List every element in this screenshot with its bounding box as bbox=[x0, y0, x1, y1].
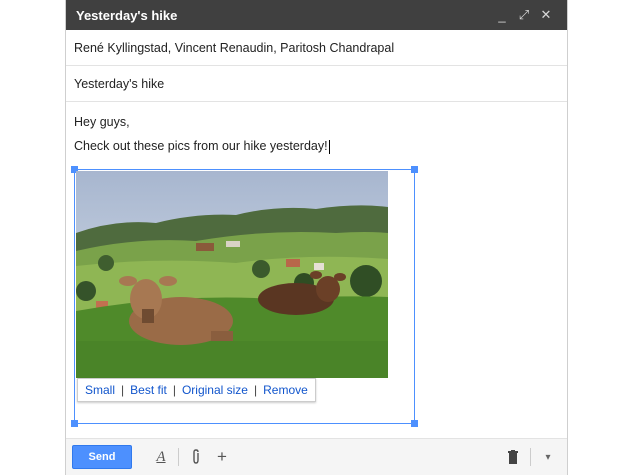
compose-window: Yesterday's hike _ ⤢ ✕ René Kyllingstad,… bbox=[65, 0, 568, 475]
separator: | bbox=[121, 383, 125, 397]
toolbar-divider bbox=[178, 448, 179, 466]
image-selection[interactable]: Small | Best fit | Original size | Remov… bbox=[71, 166, 418, 427]
resize-handle[interactable] bbox=[411, 166, 418, 173]
image-size-toolbar: Small | Best fit | Original size | Remov… bbox=[77, 378, 316, 402]
separator: | bbox=[253, 383, 258, 397]
maximize-icon[interactable]: ⤢ bbox=[513, 7, 535, 23]
paperclip-icon[interactable] bbox=[183, 445, 209, 469]
size-small-link[interactable]: Small bbox=[85, 383, 115, 397]
message-line: Hey guys, bbox=[74, 115, 130, 129]
more-options-icon[interactable]: ▾ bbox=[535, 445, 561, 469]
message-line: Check out these pics from our hike yeste… bbox=[74, 134, 559, 158]
recipients-field[interactable]: René Kyllingstad, Vincent Renaudin, Pari… bbox=[66, 30, 567, 66]
send-button[interactable]: Send bbox=[72, 445, 132, 469]
size-original-link[interactable]: Original size bbox=[182, 383, 248, 397]
more-actions-icon[interactable]: + bbox=[209, 445, 235, 469]
recipients-value: René Kyllingstad, Vincent Renaudin, Pari… bbox=[74, 40, 395, 55]
formatting-icon[interactable]: A bbox=[148, 445, 174, 469]
minimize-icon[interactable]: _ bbox=[491, 8, 513, 23]
cows-photo-graphic bbox=[76, 171, 388, 378]
trash-icon[interactable] bbox=[500, 445, 526, 469]
close-icon[interactable]: ✕ bbox=[535, 7, 557, 23]
compose-toolbar: Send A + ▾ bbox=[66, 438, 567, 475]
subject-field[interactable]: Yesterday's hike bbox=[66, 66, 567, 102]
message-line-text: Check out these pics from our hike yeste… bbox=[74, 139, 328, 153]
compose-titlebar[interactable]: Yesterday's hike _ ⤢ ✕ bbox=[66, 0, 567, 30]
resize-handle[interactable] bbox=[71, 420, 78, 427]
remove-image-link[interactable]: Remove bbox=[263, 383, 308, 397]
trash-icon-graphic bbox=[508, 450, 518, 464]
compose-title: Yesterday's hike bbox=[76, 7, 178, 23]
paperclip-icon-graphic bbox=[193, 449, 199, 464]
size-best-fit-link[interactable]: Best fit bbox=[130, 383, 167, 397]
separator: | bbox=[172, 383, 176, 397]
text-caret bbox=[328, 139, 330, 154]
toolbar-divider bbox=[530, 448, 531, 466]
message-body[interactable]: Hey guys, Check out these pics from our … bbox=[66, 102, 567, 427]
subject-value: Yesterday's hike bbox=[74, 76, 165, 91]
resize-handle[interactable] bbox=[411, 420, 418, 427]
inline-photo[interactable] bbox=[76, 171, 388, 378]
